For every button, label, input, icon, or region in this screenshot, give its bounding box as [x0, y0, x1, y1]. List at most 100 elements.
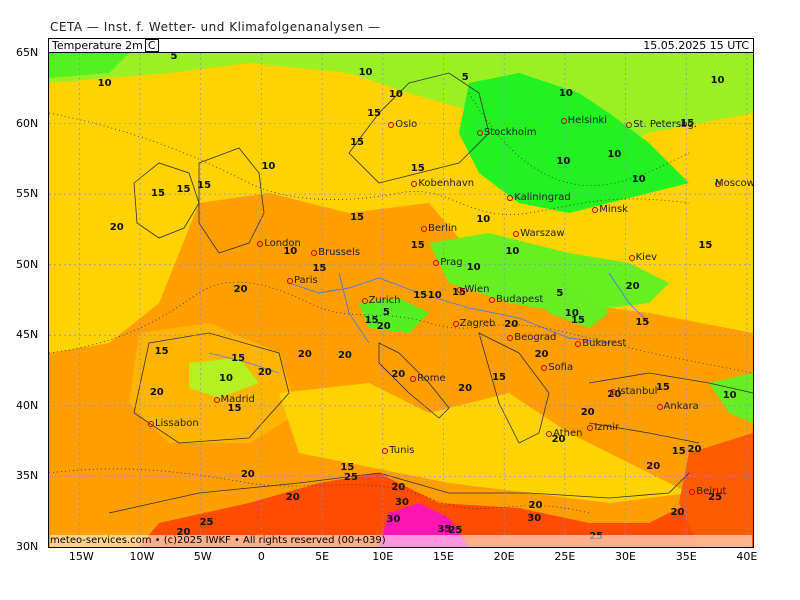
isotherm-value-label: 20 — [391, 481, 406, 493]
isotherm-value-label: 30 — [395, 497, 409, 509]
city-label: Beirut — [696, 485, 727, 497]
city-label: Berlin — [428, 223, 458, 235]
latitude-tick-label: 30N — [16, 540, 39, 553]
city-label: Prag — [440, 257, 463, 269]
isotherm-value-label: 10 — [558, 87, 573, 99]
isotherm-value-label: 15 — [350, 137, 364, 149]
isotherm-value-label: 15 — [413, 289, 428, 301]
isotherm-value-label: 15 — [571, 315, 585, 327]
longitude-tick-label: 20E — [493, 550, 515, 563]
city-label: St. Petersbg. — [633, 118, 697, 130]
isotherm-value-label: 10 — [710, 75, 725, 87]
isotherm-value-label: 10 — [556, 155, 571, 167]
city-marker-icon[interactable] — [656, 404, 663, 411]
temperature-map[interactable]: 5 10 10 10 10 10 15 15 10 10 15 10 15 15 15 15 10 20 15 10 1… — [48, 52, 754, 548]
longitude-tick-label: 30E — [615, 550, 636, 563]
city-label: Budapest — [496, 294, 544, 305]
city-label: Oslo — [395, 118, 418, 130]
latitude-tick-label: 40N — [16, 398, 39, 412]
isotherm-value-label: 20 — [391, 368, 406, 380]
longitude-tick-label: 40E — [736, 550, 758, 563]
city-marker-icon[interactable] — [513, 230, 520, 237]
isotherm-value-label: 20 — [233, 284, 248, 296]
city-label: Ankara — [663, 401, 699, 413]
city-label: Izmir — [594, 422, 620, 434]
isotherm-value-label: 15 — [410, 240, 425, 252]
isotherm-value-label: 20 — [534, 349, 549, 361]
isotherm-value-label: 20 — [285, 491, 300, 503]
city-marker-icon[interactable] — [592, 206, 599, 213]
isotherm-value-label: 10 — [388, 89, 403, 101]
city-label: Rome — [417, 373, 446, 385]
isotherm-value-label: 15 — [154, 346, 169, 358]
city-label: Kaliningrad — [514, 192, 571, 204]
city-label: Warszaw — [520, 227, 565, 239]
longitude-tick-label: 5E — [315, 550, 330, 563]
latitude-tick-label: 45N — [16, 328, 39, 342]
city-label: Madrid — [220, 394, 255, 406]
isotherm-value-label: 15 — [655, 381, 670, 393]
isotherm-value-label: 15 — [671, 446, 686, 458]
isotherm-value-label: 20 — [149, 387, 164, 399]
latitude-tick-label: 50N — [16, 257, 39, 271]
isotherm-value-label: 25 — [199, 517, 214, 528]
longitude-tick-label: 35E — [675, 550, 697, 563]
city-marker-icon[interactable] — [257, 240, 264, 247]
city-label: Istanbul — [617, 385, 658, 397]
parameter-label: Temperature 2m C — [52, 39, 159, 52]
isotherm-value-label: 20 — [240, 469, 255, 481]
isotherm-value-label: 10 — [505, 246, 520, 257]
map-header-bar: Temperature 2m C 15.05.2025 15 UTC — [48, 38, 754, 53]
city-marker-icon[interactable] — [286, 277, 293, 284]
isotherm-value-label: 20 — [646, 460, 661, 472]
city-label: Zagreb — [459, 317, 496, 329]
city-label: Lissabon — [154, 418, 199, 430]
isotherm-value-label: 15 — [176, 183, 191, 195]
city-label: Helsinki — [567, 114, 607, 126]
city-label: Wien — [464, 284, 490, 296]
city-marker-icon[interactable] — [489, 297, 496, 303]
city-label: Minsk — [599, 203, 628, 215]
chart-title: CETA — Inst. f. Wetter- und Klimafolgena… — [50, 20, 381, 34]
city-marker-icon[interactable] — [541, 364, 548, 371]
city-marker-icon[interactable] — [213, 397, 220, 404]
isotherm-value-label: 15 — [197, 179, 212, 191]
isotherm-value-label: 20 — [687, 443, 702, 455]
isotherm-value-label: 20 — [337, 350, 352, 362]
isotherm-value-label: 20 — [109, 222, 124, 234]
isotherm-value-label: 20 — [670, 507, 685, 519]
city-marker-icon[interactable] — [452, 320, 459, 327]
city-label: London — [264, 237, 301, 249]
latitude-tick-label: 35N — [16, 469, 39, 483]
city-label: Bukarest — [582, 337, 627, 349]
longitude-tick-label: 25E — [554, 550, 576, 563]
city-label: Sofia — [548, 361, 574, 373]
isotherm-value-label: 20 — [458, 382, 473, 394]
isotherm-value-label: 20 — [257, 367, 272, 379]
city-label: Moscow — [715, 178, 754, 190]
city-label: Stockholm — [483, 127, 537, 139]
city-marker-icon[interactable] — [575, 340, 582, 347]
isotherm-value-label: 20 — [528, 500, 543, 512]
longitude-tick-label: 0 — [257, 550, 265, 563]
longitude-tick-label: 10W — [129, 550, 155, 563]
isotherm-value-label: 25 — [344, 471, 358, 483]
city-label: Kiev — [635, 252, 658, 264]
city-marker-icon[interactable] — [628, 255, 635, 262]
isotherm-value-label: 15 — [312, 262, 327, 274]
isotherm-value-label: 30 — [527, 512, 542, 524]
isotherm-value-label: 10 — [722, 389, 737, 401]
isotherm-value-label: 15 — [635, 316, 650, 328]
isotherm-value-label: 15 — [350, 212, 364, 224]
isotherm-value-label: 20 — [580, 406, 595, 418]
longitude-tick-label: 15E — [432, 550, 454, 563]
isotherm-value-label: 15 — [492, 371, 507, 383]
city-marker-icon[interactable] — [560, 117, 567, 124]
isotherm-value-label: 5 — [382, 306, 390, 318]
city-label: Athen — [553, 428, 583, 440]
isotherm-value-label: 15 — [231, 353, 246, 365]
isotherm-value-label: 15 — [367, 107, 381, 119]
longitude-tick-label: 10E — [372, 550, 394, 563]
unit-box: C — [144, 39, 159, 52]
isotherm-value-label: 10 — [261, 161, 276, 173]
